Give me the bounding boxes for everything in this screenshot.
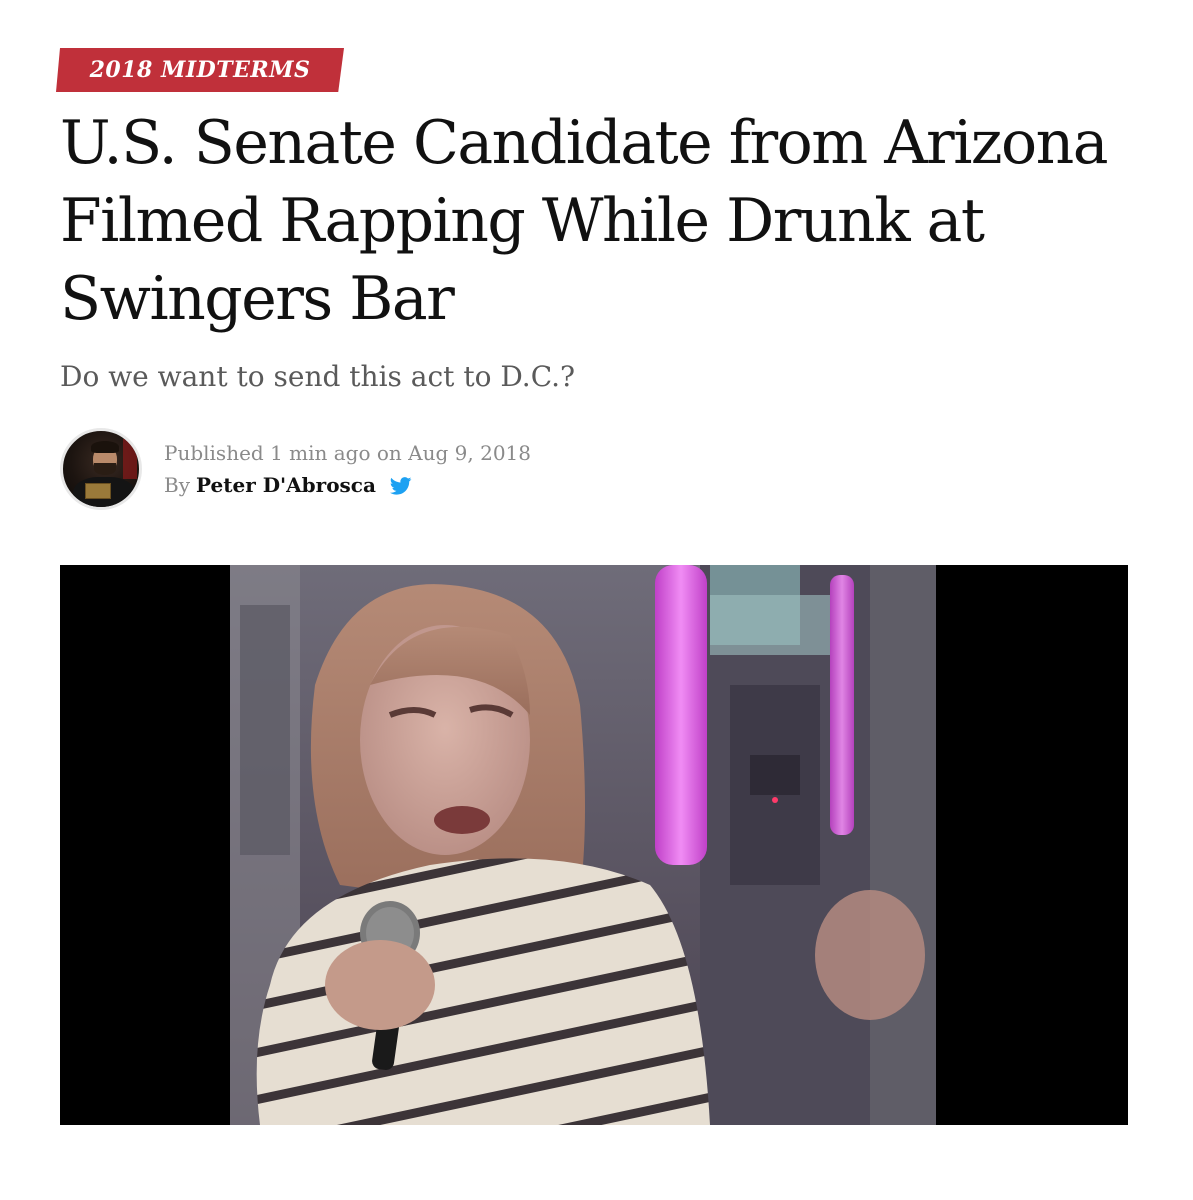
- author-avatar[interactable]: [60, 428, 142, 510]
- published-time: 1 min ago: [270, 441, 371, 465]
- video-frame: [230, 565, 936, 1125]
- twitter-icon[interactable]: [389, 476, 412, 495]
- video-player[interactable]: [60, 565, 1128, 1125]
- byline: By Peter D'Abrosca: [164, 473, 531, 497]
- category-tag[interactable]: 2018 MIDTERMS: [56, 48, 344, 92]
- by-label: By: [164, 473, 190, 497]
- author-name-link[interactable]: Peter D'Abrosca: [196, 473, 376, 497]
- published-on: on: [376, 441, 402, 465]
- article-meta: Published 1 min ago on Aug 9, 2018 By Pe…: [164, 441, 531, 497]
- author-block: Published 1 min ago on Aug 9, 2018 By Pe…: [60, 428, 531, 510]
- published-date: Aug 9, 2018: [408, 441, 531, 465]
- published-prefix: Published: [164, 441, 264, 465]
- published-line: Published 1 min ago on Aug 9, 2018: [164, 441, 531, 465]
- article-headline: U.S. Senate Candidate from Arizona Filme…: [60, 108, 1109, 334]
- video-thumbnail: [230, 565, 936, 1125]
- article-subheadline: Do we want to send this act to D.C.?: [60, 360, 576, 393]
- category-label: 2018 MIDTERMS: [89, 57, 311, 83]
